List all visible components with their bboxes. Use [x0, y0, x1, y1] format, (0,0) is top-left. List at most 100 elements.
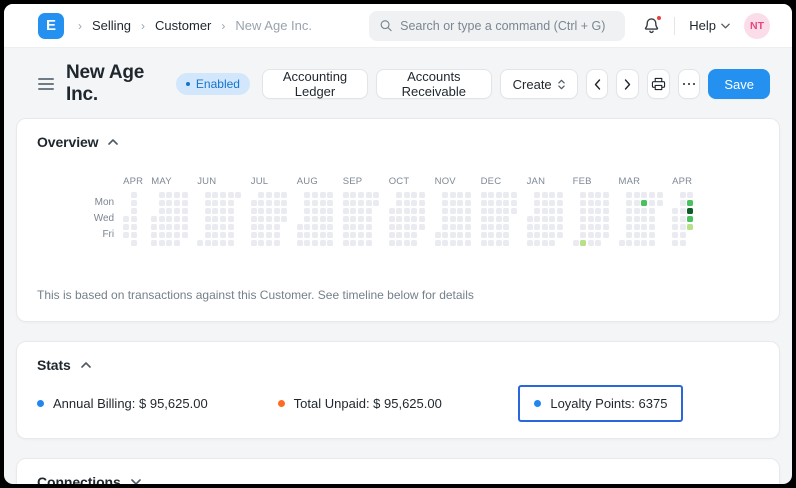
erpnext-logo-icon[interactable]: E [38, 12, 64, 39]
more-options-button[interactable] [677, 69, 701, 99]
heatmap-cell [311, 192, 318, 198]
heatmap-cell [411, 208, 418, 214]
heatmap-cell [166, 232, 173, 238]
heatmap-cell [549, 200, 556, 206]
user-avatar[interactable]: NT [744, 12, 770, 39]
heatmap-cell [166, 224, 173, 230]
search-bar[interactable] [369, 10, 626, 41]
breadcrumb-current: New Age Inc. [235, 18, 312, 33]
heatmap-cell [580, 240, 587, 246]
chevron-down-icon [130, 479, 141, 484]
help-menu[interactable]: Help [689, 18, 730, 33]
month-label: APR [123, 176, 144, 187]
heatmap-cell [419, 208, 426, 214]
heatmap-cell [258, 200, 265, 206]
heatmap-cell [503, 240, 510, 246]
heatmap-cell [465, 232, 472, 238]
print-button[interactable] [647, 69, 670, 99]
heatmap-cell [403, 232, 410, 238]
heatmap-cell [373, 200, 380, 206]
heatmap-cell [687, 208, 694, 214]
heatmap-cell [457, 224, 464, 230]
heatmap-cell [265, 192, 272, 198]
stats-section-toggle[interactable]: Stats [17, 342, 779, 381]
heatmap-cell [281, 216, 288, 222]
heatmap-cell [465, 216, 472, 222]
chevron-right-icon: › [221, 18, 226, 33]
stat-dot-icon [37, 400, 44, 407]
heatmap-cell [296, 224, 303, 230]
heatmap-month-group: JUN [197, 176, 243, 248]
heatmap-cell [626, 224, 633, 230]
next-button[interactable] [616, 69, 640, 99]
heatmap-cell [265, 208, 272, 214]
heatmap-cell [212, 232, 219, 238]
heatmap-cell [556, 192, 563, 198]
heatmap-cell [212, 192, 219, 198]
page-header: New Age Inc. Enabled Accounting Ledger A… [4, 48, 792, 116]
heatmap-cell [556, 208, 563, 214]
heatmap-cell [549, 208, 556, 214]
month-label: FEB [572, 176, 592, 187]
heatmap-cell [258, 224, 265, 230]
month-label: SEP [342, 176, 363, 187]
heatmap-cell [480, 192, 487, 198]
heatmap-cell [457, 200, 464, 206]
heatmap-month-group: NOV [434, 176, 473, 248]
heatmap-cell [541, 208, 548, 214]
save-button[interactable]: Save [708, 69, 770, 99]
heatmap-cell [488, 208, 495, 214]
sidebar-toggle-icon[interactable] [38, 74, 54, 94]
heatmap-cell [250, 200, 257, 206]
heatmap-cell [442, 200, 449, 206]
heatmap-month-group: JUL [250, 176, 289, 248]
heatmap-cell [587, 232, 594, 238]
heatmap-cell [204, 216, 211, 222]
heatmap-cell [250, 240, 257, 246]
stats-card: Stats Annual Billing: $ 95,625.00 Total U… [16, 341, 780, 439]
heatmap-cell [457, 216, 464, 222]
printer-icon [651, 77, 665, 91]
connections-section-toggle[interactable]: Connections [17, 459, 779, 484]
heatmap-cell [449, 200, 456, 206]
heatmap-cell [626, 232, 633, 238]
breadcrumb-selling[interactable]: Selling [92, 18, 131, 33]
heatmap-cell [679, 224, 686, 230]
heatmap-cell [587, 192, 594, 198]
accounting-ledger-button[interactable]: Accounting Ledger [261, 69, 369, 99]
heatmap-cell [250, 224, 257, 230]
heatmap-cell [648, 216, 655, 222]
search-input[interactable] [400, 18, 615, 33]
heatmap-cell [449, 240, 456, 246]
heatmap-cell [212, 208, 219, 214]
heatmap-cell [411, 232, 418, 238]
heatmap-cell [503, 200, 510, 206]
heatmap-cell [304, 208, 311, 214]
heatmap-cell [648, 224, 655, 230]
heatmap-cell [511, 208, 517, 214]
heatmap-cell [123, 232, 130, 238]
heatmap-cell [327, 232, 334, 238]
breadcrumb: › Selling › Customer › New Age Inc. [78, 18, 312, 33]
breadcrumb-customer[interactable]: Customer [155, 18, 211, 33]
heatmap-cell [633, 192, 640, 198]
heatmap-cell [281, 208, 288, 214]
heatmap-cell [158, 224, 165, 230]
heatmap-cell [396, 216, 403, 222]
heatmap-cell [304, 232, 311, 238]
overview-section-toggle[interactable]: Overview [17, 119, 779, 158]
chevron-right-icon [624, 78, 631, 90]
heatmap-cell [534, 240, 541, 246]
accounts-receivable-button[interactable]: Accounts Receivable [376, 69, 492, 99]
stat-item: Annual Billing: $ 95,625.00 [37, 396, 278, 411]
heatmap-cell [488, 240, 495, 246]
notifications-button[interactable] [643, 15, 663, 34]
previous-button[interactable] [585, 69, 609, 99]
heatmap-cell [449, 192, 456, 198]
heatmap-month-group: FEB [572, 176, 611, 248]
create-dropdown-button[interactable]: Create [499, 69, 578, 99]
heatmap-cell [595, 232, 602, 238]
chevron-down-icon [721, 23, 730, 28]
heatmap-cell [465, 240, 472, 246]
heatmap-month-group: MAY [151, 176, 189, 248]
